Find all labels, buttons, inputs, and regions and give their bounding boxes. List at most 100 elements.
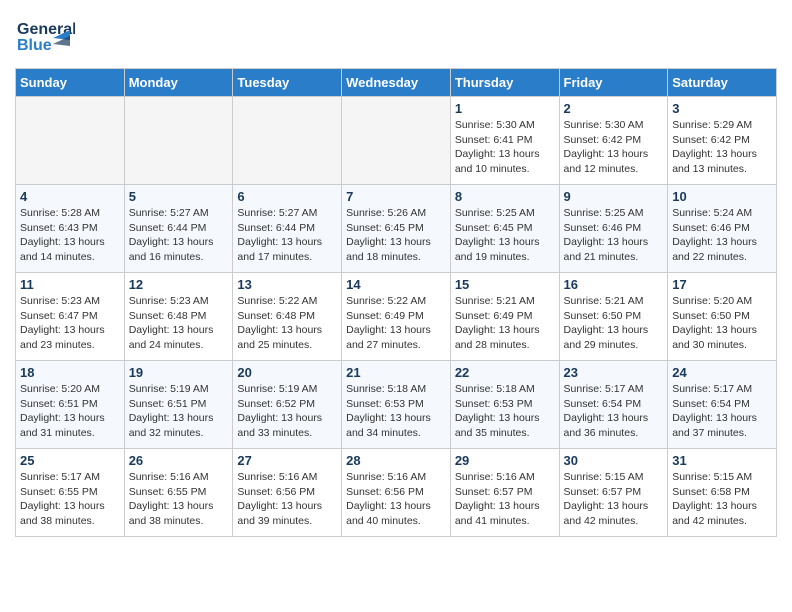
week-row-3: 11Sunrise: 5:23 AM Sunset: 6:47 PM Dayli… [16, 273, 777, 361]
day-info: Sunrise: 5:16 AM Sunset: 6:56 PM Dayligh… [237, 470, 337, 529]
calendar-cell: 17 Sunrise: 5:20 AM Sunset: 6:50 PM Dayli… [668, 273, 777, 361]
day-number: 7 [346, 189, 446, 204]
calendar-cell: 10Sunrise: 5:24 AM Sunset: 6:46 PM Dayli… [668, 185, 777, 273]
day-number: 15 [455, 277, 555, 292]
day-info: Sunrise: 5:21 AM Sunset: 6:50 PM Dayligh… [564, 294, 664, 353]
calendar-cell: 29 Sunrise: 5:16 AM Sunset: 6:57 PM Dayli… [450, 449, 559, 537]
calendar-cell: 20 Sunrise: 5:19 AM Sunset: 6:52 PM Dayli… [233, 361, 342, 449]
day-number: 30 [564, 453, 664, 468]
calendar-cell: 1 Sunrise: 5:30 AM Sunset: 6:41 PM Daylig… [450, 97, 559, 185]
day-number: 14 [346, 277, 446, 292]
calendar-cell: 15 Sunrise: 5:21 AM Sunset: 6:49 PM Dayli… [450, 273, 559, 361]
weekday-header-tuesday: Tuesday [233, 69, 342, 97]
calendar-cell: 4 Sunrise: 5:28 AM Sunset: 6:43 PM Daylig… [16, 185, 125, 273]
day-number: 1 [455, 101, 555, 116]
day-number: 22 [455, 365, 555, 380]
day-number: 23 [564, 365, 664, 380]
calendar-table: SundayMondayTuesdayWednesdayThursdayFrid… [15, 68, 777, 537]
calendar-cell: 23 Sunrise: 5:17 AM Sunset: 6:54 PM Dayli… [559, 361, 668, 449]
day-info: Sunrise: 5:16 AM Sunset: 6:55 PM Dayligh… [129, 470, 229, 529]
day-number: 27 [237, 453, 337, 468]
day-number: 3 [672, 101, 772, 116]
calendar-cell: 25 Sunrise: 5:17 AM Sunset: 6:55 PM Dayli… [16, 449, 125, 537]
calendar-cell [233, 97, 342, 185]
calendar-cell: 18Sunrise: 5:20 AM Sunset: 6:51 PM Dayli… [16, 361, 125, 449]
day-info: Sunrise: 5:28 AM Sunset: 6:43 PM Dayligh… [20, 206, 120, 265]
day-number: 20 [237, 365, 337, 380]
day-number: 13 [237, 277, 337, 292]
calendar-cell: 5 Sunrise: 5:27 AM Sunset: 6:44 PM Daylig… [124, 185, 233, 273]
page-container: General Blue SundayMondayTuesdayWednesda… [0, 0, 792, 547]
svg-text:Blue: Blue [17, 37, 52, 54]
weekday-header-row: SundayMondayTuesdayWednesdayThursdayFrid… [16, 69, 777, 97]
calendar-cell: 6Sunrise: 5:27 AM Sunset: 6:44 PM Daylig… [233, 185, 342, 273]
calendar-cell: 31Sunrise: 5:15 AM Sunset: 6:58 PM Dayli… [668, 449, 777, 537]
day-number: 10 [672, 189, 772, 204]
week-row-5: 25 Sunrise: 5:17 AM Sunset: 6:55 PM Dayli… [16, 449, 777, 537]
calendar-cell: 11Sunrise: 5:23 AM Sunset: 6:47 PM Dayli… [16, 273, 125, 361]
day-info: Sunrise: 5:16 AM Sunset: 6:56 PM Dayligh… [346, 470, 446, 529]
day-number: 24 [672, 365, 772, 380]
day-info: Sunrise: 5:15 AM Sunset: 6:57 PM Dayligh… [564, 470, 664, 529]
day-info: Sunrise: 5:20 AM Sunset: 6:50 PM Dayligh… [672, 294, 772, 353]
day-number: 17 [672, 277, 772, 292]
day-info: Sunrise: 5:23 AM Sunset: 6:48 PM Dayligh… [129, 294, 229, 353]
calendar-cell: 8Sunrise: 5:25 AM Sunset: 6:45 PM Daylig… [450, 185, 559, 273]
weekday-header-friday: Friday [559, 69, 668, 97]
day-info: Sunrise: 5:19 AM Sunset: 6:51 PM Dayligh… [129, 382, 229, 441]
calendar-cell: 27 Sunrise: 5:16 AM Sunset: 6:56 PM Dayli… [233, 449, 342, 537]
header: General Blue [15, 10, 777, 62]
week-row-2: 4 Sunrise: 5:28 AM Sunset: 6:43 PM Daylig… [16, 185, 777, 273]
calendar-cell: 13 Sunrise: 5:22 AM Sunset: 6:48 PM Dayli… [233, 273, 342, 361]
day-info: Sunrise: 5:22 AM Sunset: 6:49 PM Dayligh… [346, 294, 446, 353]
day-number: 19 [129, 365, 229, 380]
weekday-header-thursday: Thursday [450, 69, 559, 97]
day-number: 18 [20, 365, 120, 380]
calendar-cell: 28 Sunrise: 5:16 AM Sunset: 6:56 PM Dayli… [342, 449, 451, 537]
calendar-cell: 3Sunrise: 5:29 AM Sunset: 6:42 PM Daylig… [668, 97, 777, 185]
calendar-cell: 21 Sunrise: 5:18 AM Sunset: 6:53 PM Dayli… [342, 361, 451, 449]
day-number: 28 [346, 453, 446, 468]
day-number: 31 [672, 453, 772, 468]
calendar-cell: 9Sunrise: 5:25 AM Sunset: 6:46 PM Daylig… [559, 185, 668, 273]
weekday-header-wednesday: Wednesday [342, 69, 451, 97]
day-number: 21 [346, 365, 446, 380]
weekday-header-monday: Monday [124, 69, 233, 97]
calendar-cell [342, 97, 451, 185]
weekday-header-sunday: Sunday [16, 69, 125, 97]
day-number: 12 [129, 277, 229, 292]
day-number: 16 [564, 277, 664, 292]
day-info: Sunrise: 5:17 AM Sunset: 6:54 PM Dayligh… [564, 382, 664, 441]
day-number: 11 [20, 277, 120, 292]
calendar-cell: 14 Sunrise: 5:22 AM Sunset: 6:49 PM Dayli… [342, 273, 451, 361]
day-info: Sunrise: 5:30 AM Sunset: 6:42 PM Dayligh… [564, 118, 664, 177]
calendar-cell: 26Sunrise: 5:16 AM Sunset: 6:55 PM Dayli… [124, 449, 233, 537]
day-info: Sunrise: 5:16 AM Sunset: 6:57 PM Dayligh… [455, 470, 555, 529]
day-number: 9 [564, 189, 664, 204]
day-info: Sunrise: 5:27 AM Sunset: 6:44 PM Dayligh… [129, 206, 229, 265]
calendar-cell: 7 Sunrise: 5:26 AM Sunset: 6:45 PM Daylig… [342, 185, 451, 273]
day-info: Sunrise: 5:17 AM Sunset: 6:55 PM Dayligh… [20, 470, 120, 529]
logo: General Blue [15, 10, 75, 62]
day-info: Sunrise: 5:30 AM Sunset: 6:41 PM Dayligh… [455, 118, 555, 177]
day-number: 4 [20, 189, 120, 204]
logo-icon: General Blue [15, 10, 75, 62]
day-info: Sunrise: 5:18 AM Sunset: 6:53 PM Dayligh… [455, 382, 555, 441]
weekday-header-saturday: Saturday [668, 69, 777, 97]
day-info: Sunrise: 5:17 AM Sunset: 6:54 PM Dayligh… [672, 382, 772, 441]
day-info: Sunrise: 5:19 AM Sunset: 6:52 PM Dayligh… [237, 382, 337, 441]
calendar-cell: 30 Sunrise: 5:15 AM Sunset: 6:57 PM Dayli… [559, 449, 668, 537]
calendar-cell: 16 Sunrise: 5:21 AM Sunset: 6:50 PM Dayli… [559, 273, 668, 361]
day-info: Sunrise: 5:21 AM Sunset: 6:49 PM Dayligh… [455, 294, 555, 353]
day-info: Sunrise: 5:26 AM Sunset: 6:45 PM Dayligh… [346, 206, 446, 265]
day-number: 6 [237, 189, 337, 204]
calendar-cell [124, 97, 233, 185]
day-info: Sunrise: 5:18 AM Sunset: 6:53 PM Dayligh… [346, 382, 446, 441]
day-number: 25 [20, 453, 120, 468]
calendar-cell: 12 Sunrise: 5:23 AM Sunset: 6:48 PM Dayli… [124, 273, 233, 361]
day-number: 5 [129, 189, 229, 204]
calendar-cell: 19 Sunrise: 5:19 AM Sunset: 6:51 PM Dayli… [124, 361, 233, 449]
day-number: 29 [455, 453, 555, 468]
day-info: Sunrise: 5:22 AM Sunset: 6:48 PM Dayligh… [237, 294, 337, 353]
calendar-cell: 22 Sunrise: 5:18 AM Sunset: 6:53 PM Dayli… [450, 361, 559, 449]
